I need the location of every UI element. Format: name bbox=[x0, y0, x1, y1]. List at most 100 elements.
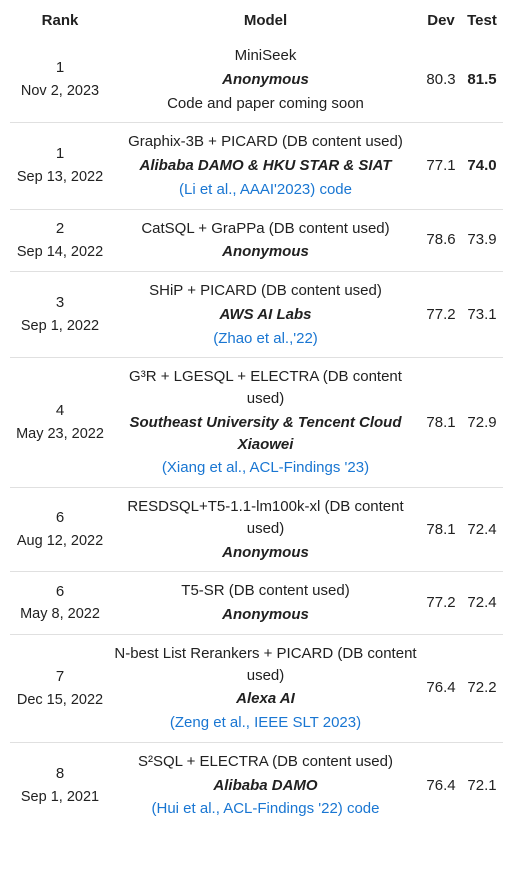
rank-cell: 2Sep 14, 2022 bbox=[10, 209, 110, 272]
rank-number: 6 bbox=[12, 507, 108, 529]
model-name: T5-SR (DB content used) bbox=[112, 580, 419, 602]
test-score: 81.5 bbox=[461, 37, 503, 123]
model-links: (Zeng et al., IEEE SLT 2023) bbox=[112, 712, 419, 734]
model-cell: S²SQL + ELECTRA (DB content used)Alibaba… bbox=[110, 742, 421, 828]
dev-score: 77.1 bbox=[421, 123, 461, 209]
rank-number: 6 bbox=[12, 581, 108, 603]
table-row: 7Dec 15, 2022N-best List Rerankers + PIC… bbox=[10, 634, 503, 742]
model-cell: MiniSeekAnonymousCode and paper coming s… bbox=[110, 37, 421, 123]
model-name: S²SQL + ELECTRA (DB content used) bbox=[112, 751, 419, 773]
rank-cell: 1Sep 13, 2022 bbox=[10, 123, 110, 209]
rank-number: 1 bbox=[12, 143, 108, 165]
team-name: Southeast University & Tencent Cloud Xia… bbox=[112, 412, 419, 456]
dev-score: 78.1 bbox=[421, 358, 461, 488]
team-name: Anonymous bbox=[112, 542, 419, 564]
rank-date: Sep 14, 2022 bbox=[12, 242, 108, 263]
test-score: 72.1 bbox=[461, 742, 503, 828]
model-cell: SHiP + PICARD (DB content used)AWS AI La… bbox=[110, 272, 421, 358]
rank-cell: 3Sep 1, 2022 bbox=[10, 272, 110, 358]
model-name: CatSQL + GraPPa (DB content used) bbox=[112, 218, 419, 240]
test-score: 72.4 bbox=[461, 488, 503, 572]
test-score: 74.0 bbox=[461, 123, 503, 209]
test-score: 72.2 bbox=[461, 634, 503, 742]
code-link[interactable]: code bbox=[319, 181, 352, 198]
dev-score: 77.2 bbox=[421, 272, 461, 358]
rank-date: May 23, 2022 bbox=[12, 424, 108, 445]
rank-date: Sep 13, 2022 bbox=[12, 167, 108, 188]
model-links: (Xiang et al., ACL-Findings '23) bbox=[112, 457, 419, 479]
rank-cell: 6May 8, 2022 bbox=[10, 572, 110, 635]
model-cell: T5-SR (DB content used)Anonymous bbox=[110, 572, 421, 635]
table-row: 3Sep 1, 2022SHiP + PICARD (DB content us… bbox=[10, 272, 503, 358]
test-score: 73.1 bbox=[461, 272, 503, 358]
dev-score: 78.1 bbox=[421, 488, 461, 572]
test-score: 73.9 bbox=[461, 209, 503, 272]
team-name: Alibaba DAMO bbox=[112, 775, 419, 797]
rank-number: 4 bbox=[12, 400, 108, 422]
model-note: Code and paper coming soon bbox=[112, 93, 419, 115]
paper-link[interactable]: (Xiang et al., ACL-Findings '23) bbox=[162, 459, 369, 476]
model-cell: CatSQL + GraPPa (DB content used)Anonymo… bbox=[110, 209, 421, 272]
model-links: (Li et al., AAAI'2023) code bbox=[112, 179, 419, 201]
dev-score: 76.4 bbox=[421, 634, 461, 742]
header-row: Rank Model Dev Test bbox=[10, 8, 503, 37]
table-row: 8Sep 1, 2021S²SQL + ELECTRA (DB content … bbox=[10, 742, 503, 828]
test-score: 72.9 bbox=[461, 358, 503, 488]
rank-cell: 1Nov 2, 2023 bbox=[10, 37, 110, 123]
header-dev: Dev bbox=[421, 8, 461, 37]
header-test: Test bbox=[461, 8, 503, 37]
team-name: Anonymous bbox=[112, 604, 419, 626]
rank-cell: 6Aug 12, 2022 bbox=[10, 488, 110, 572]
rank-number: 1 bbox=[12, 57, 108, 79]
table-row: 6May 8, 2022T5-SR (DB content used)Anony… bbox=[10, 572, 503, 635]
header-rank: Rank bbox=[10, 8, 110, 37]
team-name: Alexa AI bbox=[112, 688, 419, 710]
rank-cell: 4May 23, 2022 bbox=[10, 358, 110, 488]
table-row: 2Sep 14, 2022CatSQL + GraPPa (DB content… bbox=[10, 209, 503, 272]
paper-link[interactable]: (Hui et al., ACL-Findings '22) bbox=[152, 800, 343, 817]
model-links: (Hui et al., ACL-Findings '22) code bbox=[112, 798, 419, 820]
team-name: Anonymous bbox=[112, 69, 419, 91]
model-cell: G³R + LGESQL + ELECTRA (DB content used)… bbox=[110, 358, 421, 488]
table-row: 1Sep 13, 2022Graphix-3B + PICARD (DB con… bbox=[10, 123, 503, 209]
table-row: 6Aug 12, 2022RESDSQL+T5-1.1-lm100k-xl (D… bbox=[10, 488, 503, 572]
table-row: 1Nov 2, 2023MiniSeekAnonymousCode and pa… bbox=[10, 37, 503, 123]
dev-score: 77.2 bbox=[421, 572, 461, 635]
table-row: 4May 23, 2022G³R + LGESQL + ELECTRA (DB … bbox=[10, 358, 503, 488]
team-name: AWS AI Labs bbox=[112, 304, 419, 326]
test-score: 72.4 bbox=[461, 572, 503, 635]
rank-date: Sep 1, 2022 bbox=[12, 316, 108, 337]
rank-date: May 8, 2022 bbox=[12, 604, 108, 625]
dev-score: 76.4 bbox=[421, 742, 461, 828]
model-name: SHiP + PICARD (DB content used) bbox=[112, 280, 419, 302]
paper-link[interactable]: (Zeng et al., IEEE SLT 2023) bbox=[170, 714, 361, 731]
paper-link[interactable]: (Li et al., AAAI'2023) bbox=[179, 181, 315, 198]
model-name: N-best List Rerankers + PICARD (DB conte… bbox=[112, 643, 419, 687]
rank-number: 3 bbox=[12, 292, 108, 314]
model-cell: RESDSQL+T5-1.1-lm100k-xl (DB content use… bbox=[110, 488, 421, 572]
rank-cell: 7Dec 15, 2022 bbox=[10, 634, 110, 742]
paper-link[interactable]: (Zhao et al.,'22) bbox=[213, 330, 318, 347]
model-name: Graphix-3B + PICARD (DB content used) bbox=[112, 131, 419, 153]
rank-number: 7 bbox=[12, 666, 108, 688]
rank-date: Dec 15, 2022 bbox=[12, 690, 108, 711]
model-name: G³R + LGESQL + ELECTRA (DB content used) bbox=[112, 366, 419, 410]
header-model: Model bbox=[110, 8, 421, 37]
rank-number: 8 bbox=[12, 763, 108, 785]
rank-date: Nov 2, 2023 bbox=[12, 81, 108, 102]
model-name: MiniSeek bbox=[112, 45, 419, 67]
model-name: RESDSQL+T5-1.1-lm100k-xl (DB content use… bbox=[112, 496, 419, 540]
team-name: Anonymous bbox=[112, 241, 419, 263]
dev-score: 78.6 bbox=[421, 209, 461, 272]
model-cell: N-best List Rerankers + PICARD (DB conte… bbox=[110, 634, 421, 742]
rank-date: Aug 12, 2022 bbox=[12, 531, 108, 552]
model-cell: Graphix-3B + PICARD (DB content used)Ali… bbox=[110, 123, 421, 209]
dev-score: 80.3 bbox=[421, 37, 461, 123]
code-link[interactable]: code bbox=[347, 800, 380, 817]
rank-number: 2 bbox=[12, 218, 108, 240]
leaderboard-table: Rank Model Dev Test 1Nov 2, 2023MiniSeek… bbox=[10, 8, 503, 828]
rank-cell: 8Sep 1, 2021 bbox=[10, 742, 110, 828]
model-links: (Zhao et al.,'22) bbox=[112, 328, 419, 350]
team-name: Alibaba DAMO & HKU STAR & SIAT bbox=[112, 155, 419, 177]
rank-date: Sep 1, 2021 bbox=[12, 787, 108, 808]
